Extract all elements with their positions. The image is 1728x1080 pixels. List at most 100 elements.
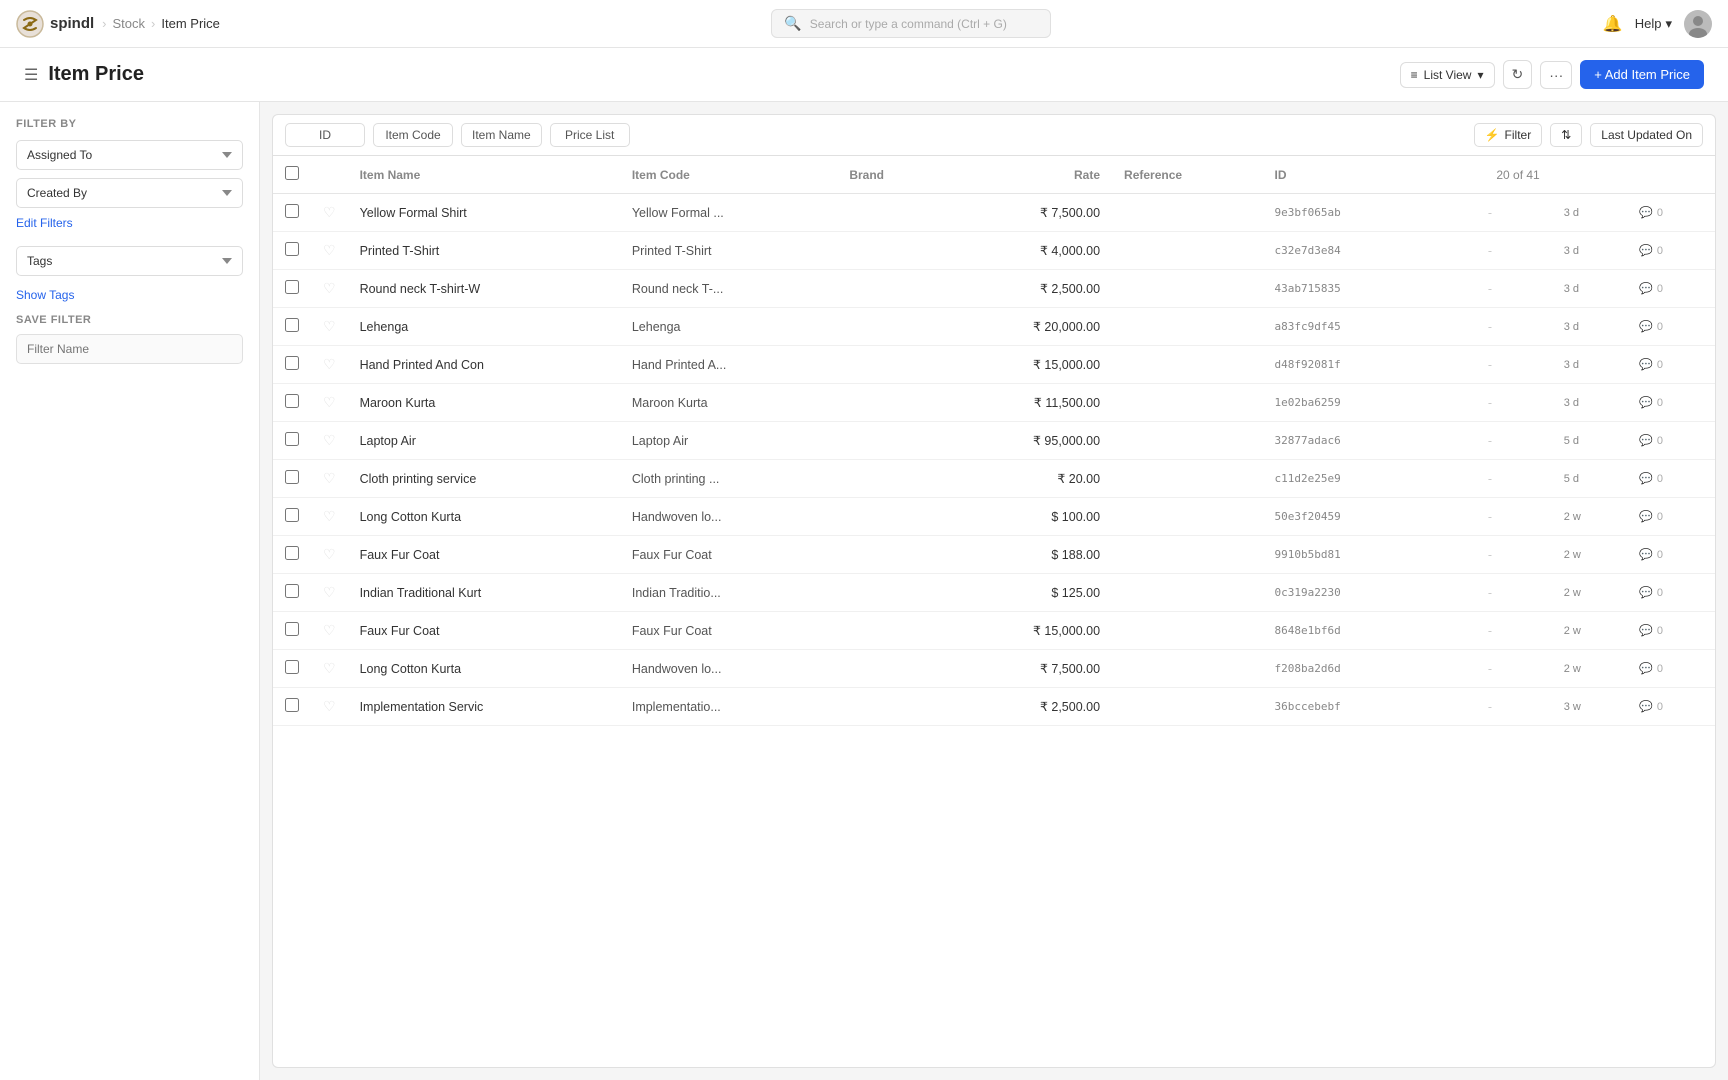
row-item-name[interactable]: Round neck T-shirt-W	[348, 270, 620, 308]
sidebar-toggle-icon[interactable]: ☰	[24, 65, 38, 85]
add-item-price-button[interactable]: + Add Item Price	[1580, 60, 1704, 89]
favorite-icon[interactable]: ♡	[323, 622, 336, 638]
more-options-button[interactable]: ···	[1540, 61, 1572, 89]
row-comment-cell[interactable]: 💬 0	[1627, 270, 1715, 308]
row-heart-cell[interactable]: ♡	[311, 194, 348, 232]
row-item-name[interactable]: Yellow Formal Shirt	[348, 194, 620, 232]
item-code-header[interactable]: Item Code	[620, 156, 837, 194]
rate-header[interactable]: Rate	[945, 156, 1112, 194]
row-checkbox[interactable]	[285, 584, 299, 598]
row-heart-cell[interactable]: ♡	[311, 536, 348, 574]
row-item-name[interactable]: Laptop Air	[348, 422, 620, 460]
created-by-filter[interactable]: Created By	[16, 178, 243, 208]
row-comment-cell[interactable]: 💬 0	[1627, 422, 1715, 460]
sort-button[interactable]: ⇅	[1550, 123, 1582, 147]
row-comment-cell[interactable]: 💬 0	[1627, 536, 1715, 574]
row-checkbox-cell[interactable]	[273, 308, 311, 346]
price-list-filter-pill[interactable]: Price List	[550, 123, 630, 147]
row-checkbox[interactable]	[285, 698, 299, 712]
tags-filter[interactable]: Tags	[16, 246, 243, 276]
row-checkbox-cell[interactable]	[273, 346, 311, 384]
row-checkbox-cell[interactable]	[273, 498, 311, 536]
filter-button[interactable]: ⚡ Filter	[1474, 123, 1543, 147]
row-comment-cell[interactable]: 💬 0	[1627, 232, 1715, 270]
row-heart-cell[interactable]: ♡	[311, 498, 348, 536]
favorite-icon[interactable]: ♡	[323, 546, 336, 562]
list-view-button[interactable]: ≡ List View ▾	[1400, 62, 1495, 88]
row-checkbox-cell[interactable]	[273, 422, 311, 460]
row-checkbox[interactable]	[285, 660, 299, 674]
filter-name-input[interactable]	[16, 334, 243, 364]
favorite-icon[interactable]: ♡	[323, 394, 336, 410]
row-checkbox-cell[interactable]	[273, 270, 311, 308]
row-heart-cell[interactable]: ♡	[311, 612, 348, 650]
row-item-name[interactable]: Lehenga	[348, 308, 620, 346]
row-checkbox[interactable]	[285, 204, 299, 218]
row-heart-cell[interactable]: ♡	[311, 574, 348, 612]
row-checkbox[interactable]	[285, 318, 299, 332]
favorite-icon[interactable]: ♡	[323, 242, 336, 258]
assigned-to-filter[interactable]: Assigned To	[16, 140, 243, 170]
row-item-name[interactable]: Faux Fur Coat	[348, 612, 620, 650]
row-comment-cell[interactable]: 💬 0	[1627, 194, 1715, 232]
last-updated-button[interactable]: Last Updated On	[1590, 123, 1703, 147]
select-all-checkbox[interactable]	[285, 166, 299, 180]
row-item-name[interactable]: Long Cotton Kurta	[348, 498, 620, 536]
row-comment-cell[interactable]: 💬 0	[1627, 688, 1715, 726]
row-checkbox[interactable]	[285, 432, 299, 446]
row-checkbox[interactable]	[285, 356, 299, 370]
show-tags-link[interactable]: Show Tags	[16, 288, 243, 302]
row-comment-cell[interactable]: 💬 0	[1627, 498, 1715, 536]
favorite-icon[interactable]: ♡	[323, 660, 336, 676]
row-item-name[interactable]: Maroon Kurta	[348, 384, 620, 422]
row-checkbox[interactable]	[285, 394, 299, 408]
row-item-name[interactable]: Long Cotton Kurta	[348, 650, 620, 688]
row-comment-cell[interactable]: 💬 0	[1627, 612, 1715, 650]
item-name-header[interactable]: Item Name	[348, 156, 620, 194]
row-checkbox[interactable]	[285, 470, 299, 484]
avatar[interactable]	[1684, 10, 1712, 38]
row-checkbox-cell[interactable]	[273, 574, 311, 612]
row-heart-cell[interactable]: ♡	[311, 346, 348, 384]
search-bar[interactable]: 🔍 Search or type a command (Ctrl + G)	[771, 9, 1051, 38]
bell-icon[interactable]: 🔔	[1603, 14, 1623, 34]
row-heart-cell[interactable]: ♡	[311, 460, 348, 498]
row-comment-cell[interactable]: 💬 0	[1627, 346, 1715, 384]
favorite-icon[interactable]: ♡	[323, 470, 336, 486]
refresh-button[interactable]: ↻	[1503, 60, 1533, 89]
row-comment-cell[interactable]: 💬 0	[1627, 460, 1715, 498]
row-item-name[interactable]: Hand Printed And Con	[348, 346, 620, 384]
row-item-name[interactable]: Indian Traditional Kurt	[348, 574, 620, 612]
row-checkbox-cell[interactable]	[273, 612, 311, 650]
row-checkbox[interactable]	[285, 280, 299, 294]
item-code-filter-pill[interactable]: Item Code	[373, 123, 453, 147]
item-name-filter-pill[interactable]: Item Name	[461, 123, 542, 147]
breadcrumb-stock[interactable]: Stock	[113, 16, 146, 31]
row-checkbox[interactable]	[285, 242, 299, 256]
row-comment-cell[interactable]: 💬 0	[1627, 574, 1715, 612]
favorite-icon[interactable]: ♡	[323, 584, 336, 600]
favorite-icon[interactable]: ♡	[323, 356, 336, 372]
brand-header[interactable]: Brand	[837, 156, 945, 194]
favorite-icon[interactable]: ♡	[323, 508, 336, 524]
row-checkbox[interactable]	[285, 622, 299, 636]
row-heart-cell[interactable]: ♡	[311, 422, 348, 460]
logo[interactable]: spindl	[16, 10, 94, 38]
favorite-icon[interactable]: ♡	[323, 280, 336, 296]
row-comment-cell[interactable]: 💬 0	[1627, 384, 1715, 422]
row-heart-cell[interactable]: ♡	[311, 688, 348, 726]
edit-filters-link[interactable]: Edit Filters	[16, 216, 243, 230]
reference-header[interactable]: Reference	[1112, 156, 1263, 194]
row-heart-cell[interactable]: ♡	[311, 232, 348, 270]
row-checkbox-cell[interactable]	[273, 232, 311, 270]
row-item-name[interactable]: Cloth printing service	[348, 460, 620, 498]
row-checkbox-cell[interactable]	[273, 536, 311, 574]
row-checkbox[interactable]	[285, 546, 299, 560]
row-item-name[interactable]: Printed T-Shirt	[348, 232, 620, 270]
favorite-icon[interactable]: ♡	[323, 204, 336, 220]
row-heart-cell[interactable]: ♡	[311, 308, 348, 346]
id-filter-pill[interactable]: ID	[285, 123, 365, 147]
row-heart-cell[interactable]: ♡	[311, 384, 348, 422]
select-all-header[interactable]	[273, 156, 311, 194]
row-checkbox-cell[interactable]	[273, 688, 311, 726]
